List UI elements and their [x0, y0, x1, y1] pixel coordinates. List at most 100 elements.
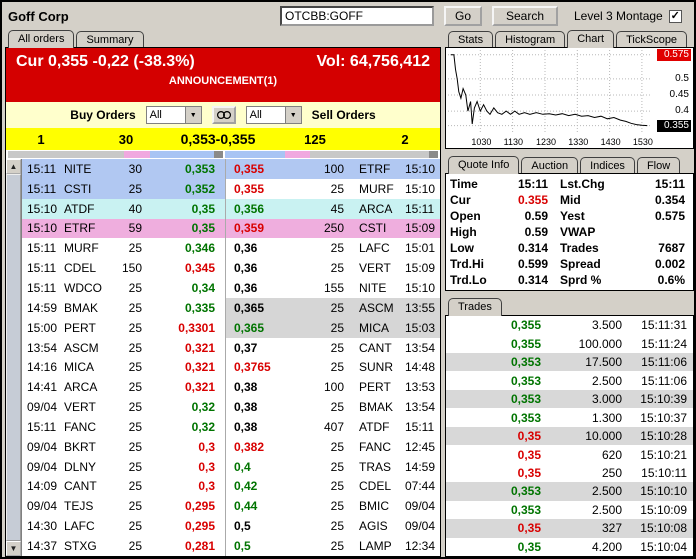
ask-price: 0,36 — [225, 238, 300, 259]
order-book-row[interactable]: 15:11 WDCO 25 0,34 0,36 155 NITE 15:10 — [22, 278, 440, 298]
ask-mpid: ARCA — [350, 198, 398, 219]
bid-mpid: VERT — [62, 397, 110, 417]
order-book-row[interactable]: 14:41 ARCA 25 0,321 0,38 100 PERT 13:53 — [22, 377, 440, 398]
ask-size: 100 — [300, 159, 350, 179]
trade-time: 15:10:21 — [640, 447, 687, 462]
ask-mpid: MICA — [350, 317, 398, 338]
trade-size: 2.500 — [591, 502, 622, 517]
bid-size: 25 — [110, 416, 150, 437]
order-book-row[interactable]: 15:11 CSTI 25 0,352 0,355 25 MURF 15:10 — [22, 178, 440, 199]
bid-time: 15:11 — [22, 258, 62, 279]
checkmark-icon: ✓ — [670, 9, 680, 22]
ask-time: 12:45 — [398, 436, 440, 457]
ask-mpid: CDEL — [350, 476, 398, 497]
order-filter-row: Buy Orders All ▼ All ▼ Sell Orders — [6, 102, 440, 128]
ask-mpid: NITE — [350, 278, 398, 298]
order-book: ▲ ▼ 15:11 NITE 30 0,353 0,355 100 ETRF 15:10 15:… — [6, 159, 440, 556]
trade-time: 15:10:39 — [640, 392, 687, 407]
ask-price: 0,42 — [225, 476, 300, 497]
level3-montage-checkbox[interactable]: ✓ — [668, 9, 682, 23]
symbol-input[interactable] — [280, 6, 434, 26]
order-book-row[interactable]: 09/04 TEJS 25 0,295 0,44 25 BMIC 09/04 — [22, 496, 440, 517]
quote-value: 0.355 — [517, 193, 548, 207]
order-book-row[interactable]: 14:30 LAFC 25 0,295 0,5 25 AGIS 09/04 — [22, 516, 440, 537]
trade-size: 2.500 — [591, 373, 622, 388]
quote-value: 0.002 — [654, 257, 685, 271]
scroll-up-icon[interactable]: ▲ — [6, 159, 21, 174]
ask-time: 15:03 — [398, 317, 440, 338]
order-book-row[interactable]: 14:59 BMAK 25 0,335 0,365 25 ASCM 13:55 — [22, 297, 440, 318]
tab-all-orders[interactable]: All orders — [8, 30, 75, 48]
order-book-row[interactable]: 14:37 STXG 25 0,281 0,5 25 LAMP 12:34 — [22, 536, 440, 556]
depth-segment — [124, 151, 150, 158]
tab-tickscope[interactable]: TickScope — [616, 31, 688, 48]
ask-price: 0,38 — [225, 377, 300, 398]
ask-time: 14:48 — [398, 357, 440, 378]
scroll-down-icon[interactable]: ▼ — [6, 541, 21, 556]
search-button[interactable]: Search — [492, 6, 558, 26]
order-book-row[interactable]: 09/04 BKRT 25 0,3 0,382 25 FANC 12:45 — [22, 436, 440, 457]
tab-indices[interactable]: Indices — [580, 157, 635, 174]
order-book-rows: 15:11 NITE 30 0,353 0,355 100 ETRF 15:10 15:11 CS… — [22, 159, 440, 556]
ask-time: 15:10 — [398, 159, 440, 179]
bid-price: 0,345 — [150, 258, 225, 279]
order-book-row[interactable]: 15:11 CDEL 150 0,345 0,36 25 VERT 15:09 — [22, 258, 440, 279]
depth-distribution-bar — [6, 150, 440, 159]
chevron-down-icon[interactable]: ▼ — [184, 107, 201, 123]
tab-quote-info[interactable]: Quote Info — [448, 156, 520, 174]
x-axis-label: 1430 — [600, 137, 621, 147]
bid-mpid: NITE — [62, 159, 110, 179]
tab-histogram[interactable]: Histogram — [495, 31, 566, 48]
announcement-link[interactable]: ANNOUNCEMENT(1) — [6, 75, 440, 87]
ask-size: 407 — [300, 416, 350, 437]
quote-value: 7687 — [658, 241, 685, 255]
order-book-row[interactable]: 15:11 FANC 25 0,32 0,38 407 ATDF 15:11 — [22, 416, 440, 437]
chevron-down-icon[interactable]: ▼ — [284, 107, 301, 123]
buy-filter-dropdown[interactable]: All ▼ — [145, 106, 202, 124]
tab-flow[interactable]: Flow — [636, 157, 681, 174]
tab-chart[interactable]: Chart — [567, 30, 615, 48]
scrollbar-thumb[interactable] — [6, 174, 21, 541]
bid-price: 0,321 — [150, 377, 225, 398]
bid-mpid: CSTI — [62, 178, 110, 199]
order-book-row[interactable]: 13:54 ASCM 25 0,321 0,37 25 CANT 13:54 — [22, 337, 440, 358]
tab-trades[interactable]: Trades — [448, 298, 502, 316]
order-book-row[interactable]: 15:10 ETRF 59 0,35 0,359 250 CSTI 15:09 — [22, 218, 440, 239]
trade-time: 15:10:37 — [640, 410, 687, 425]
ask-price: 0,355 — [225, 159, 300, 179]
order-book-row[interactable]: 15:10 ATDF 40 0,35 0,356 45 ARCA 15:11 — [22, 198, 440, 219]
trade-price: 0,355 — [510, 318, 541, 333]
trade-row: 0,35 620 15:10:21 — [446, 445, 693, 463]
book-scrollbar[interactable]: ▲ ▼ — [6, 159, 22, 556]
trade-price: 0,353 — [510, 392, 541, 407]
ask-time: 13:55 — [398, 297, 440, 318]
quote-row: Trd.Lo 0.314 Sprd % 0.6% — [450, 273, 689, 288]
tab-auction[interactable]: Auction — [521, 157, 579, 174]
bid-size: 25 — [110, 357, 150, 378]
go-button[interactable]: Go — [444, 6, 482, 26]
order-book-row[interactable]: 09/04 DLNY 25 0,3 0,4 25 TRAS 14:59 — [22, 456, 440, 477]
sell-filter-dropdown[interactable]: All ▼ — [245, 106, 302, 124]
orders-tabstrip: All orders Summary — [5, 29, 441, 48]
trade-price: 0,353 — [510, 502, 541, 517]
quote-value: 0.59 — [524, 225, 548, 239]
trade-time: 15:10:28 — [640, 429, 687, 444]
tab-summary[interactable]: Summary — [76, 31, 144, 48]
price-chart — [448, 50, 650, 132]
bid-mpid: CANT — [62, 476, 110, 497]
order-book-row[interactable]: 14:09 CANT 25 0,3 0,42 25 CDEL 07:44 — [22, 476, 440, 497]
link-views-button[interactable] — [211, 106, 236, 124]
ask-mpid: ATDF — [350, 416, 398, 437]
order-book-row[interactable]: 09/04 VERT 25 0,32 0,38 25 BMAK 13:54 — [22, 397, 440, 417]
ask-size: 45 — [300, 198, 350, 219]
order-book-row[interactable]: 15:11 MURF 25 0,346 0,36 25 LAFC 15:01 — [22, 238, 440, 259]
order-book-row[interactable]: 14:16 MICA 25 0,321 0,3765 25 SUNR 14:48 — [22, 357, 440, 378]
bid-time: 09/04 — [22, 496, 62, 517]
order-book-row[interactable]: 15:11 NITE 30 0,353 0,355 100 ETRF 15:10 — [22, 159, 440, 179]
ask-time: 15:09 — [398, 218, 440, 239]
ask-time: 09/04 — [398, 516, 440, 537]
tab-stats[interactable]: Stats — [448, 31, 494, 48]
order-book-row[interactable]: 15:00 PERT 25 0,3301 0,365 25 MICA 15:03 — [22, 317, 440, 338]
quote-label: Yest — [560, 209, 585, 223]
trades-tabstrip: Trades — [445, 297, 694, 316]
